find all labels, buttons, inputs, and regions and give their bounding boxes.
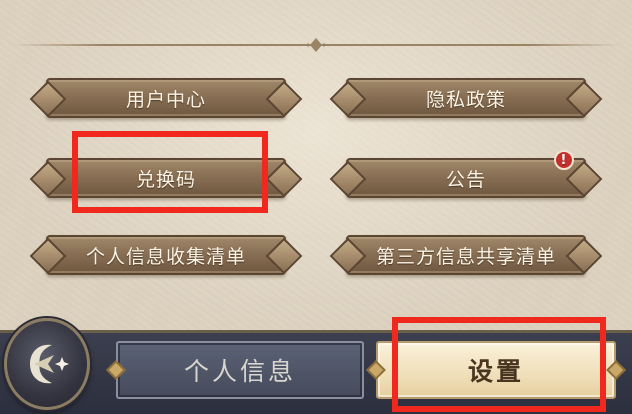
privacy-policy-label: 隐私政策 [425, 88, 506, 111]
user-center-button[interactable]: 用户中心 [46, 78, 286, 118]
announcement-button[interactable]: 公告 ! [346, 150, 586, 198]
tab-settings[interactable]: 设置 [366, 341, 626, 399]
third-party-list-button[interactable]: 第三方信息共享清单 [346, 235, 586, 275]
settings-panel: 用户中心 隐私政策 兑换码 公告 ! 个人信息收集清单 第三方信息共享清单 [0, 0, 632, 330]
privacy-policy-button[interactable]: 隐私政策 [346, 78, 586, 118]
redeem-code-label: 兑换码 [135, 168, 196, 191]
announcement-label: 公告 [445, 168, 486, 191]
redeem-code-button[interactable]: 兑换码 [46, 158, 286, 198]
alert-icon: ! [554, 150, 574, 170]
divider-ornament-icon [306, 38, 326, 52]
crescent-sparkle-icon [30, 344, 69, 384]
personal-info-list-label: 个人信息收集清单 [85, 245, 246, 268]
back-button[interactable] [4, 318, 90, 410]
personal-info-list-button[interactable]: 个人信息收集清单 [46, 235, 286, 275]
third-party-list-label: 第三方信息共享清单 [375, 245, 556, 268]
user-center-label: 用户中心 [125, 88, 206, 111]
tab-settings-label: 设置 [467, 357, 524, 386]
tab-profile-label: 个人信息 [183, 357, 296, 386]
tab-profile[interactable]: 个人信息 [106, 341, 364, 399]
